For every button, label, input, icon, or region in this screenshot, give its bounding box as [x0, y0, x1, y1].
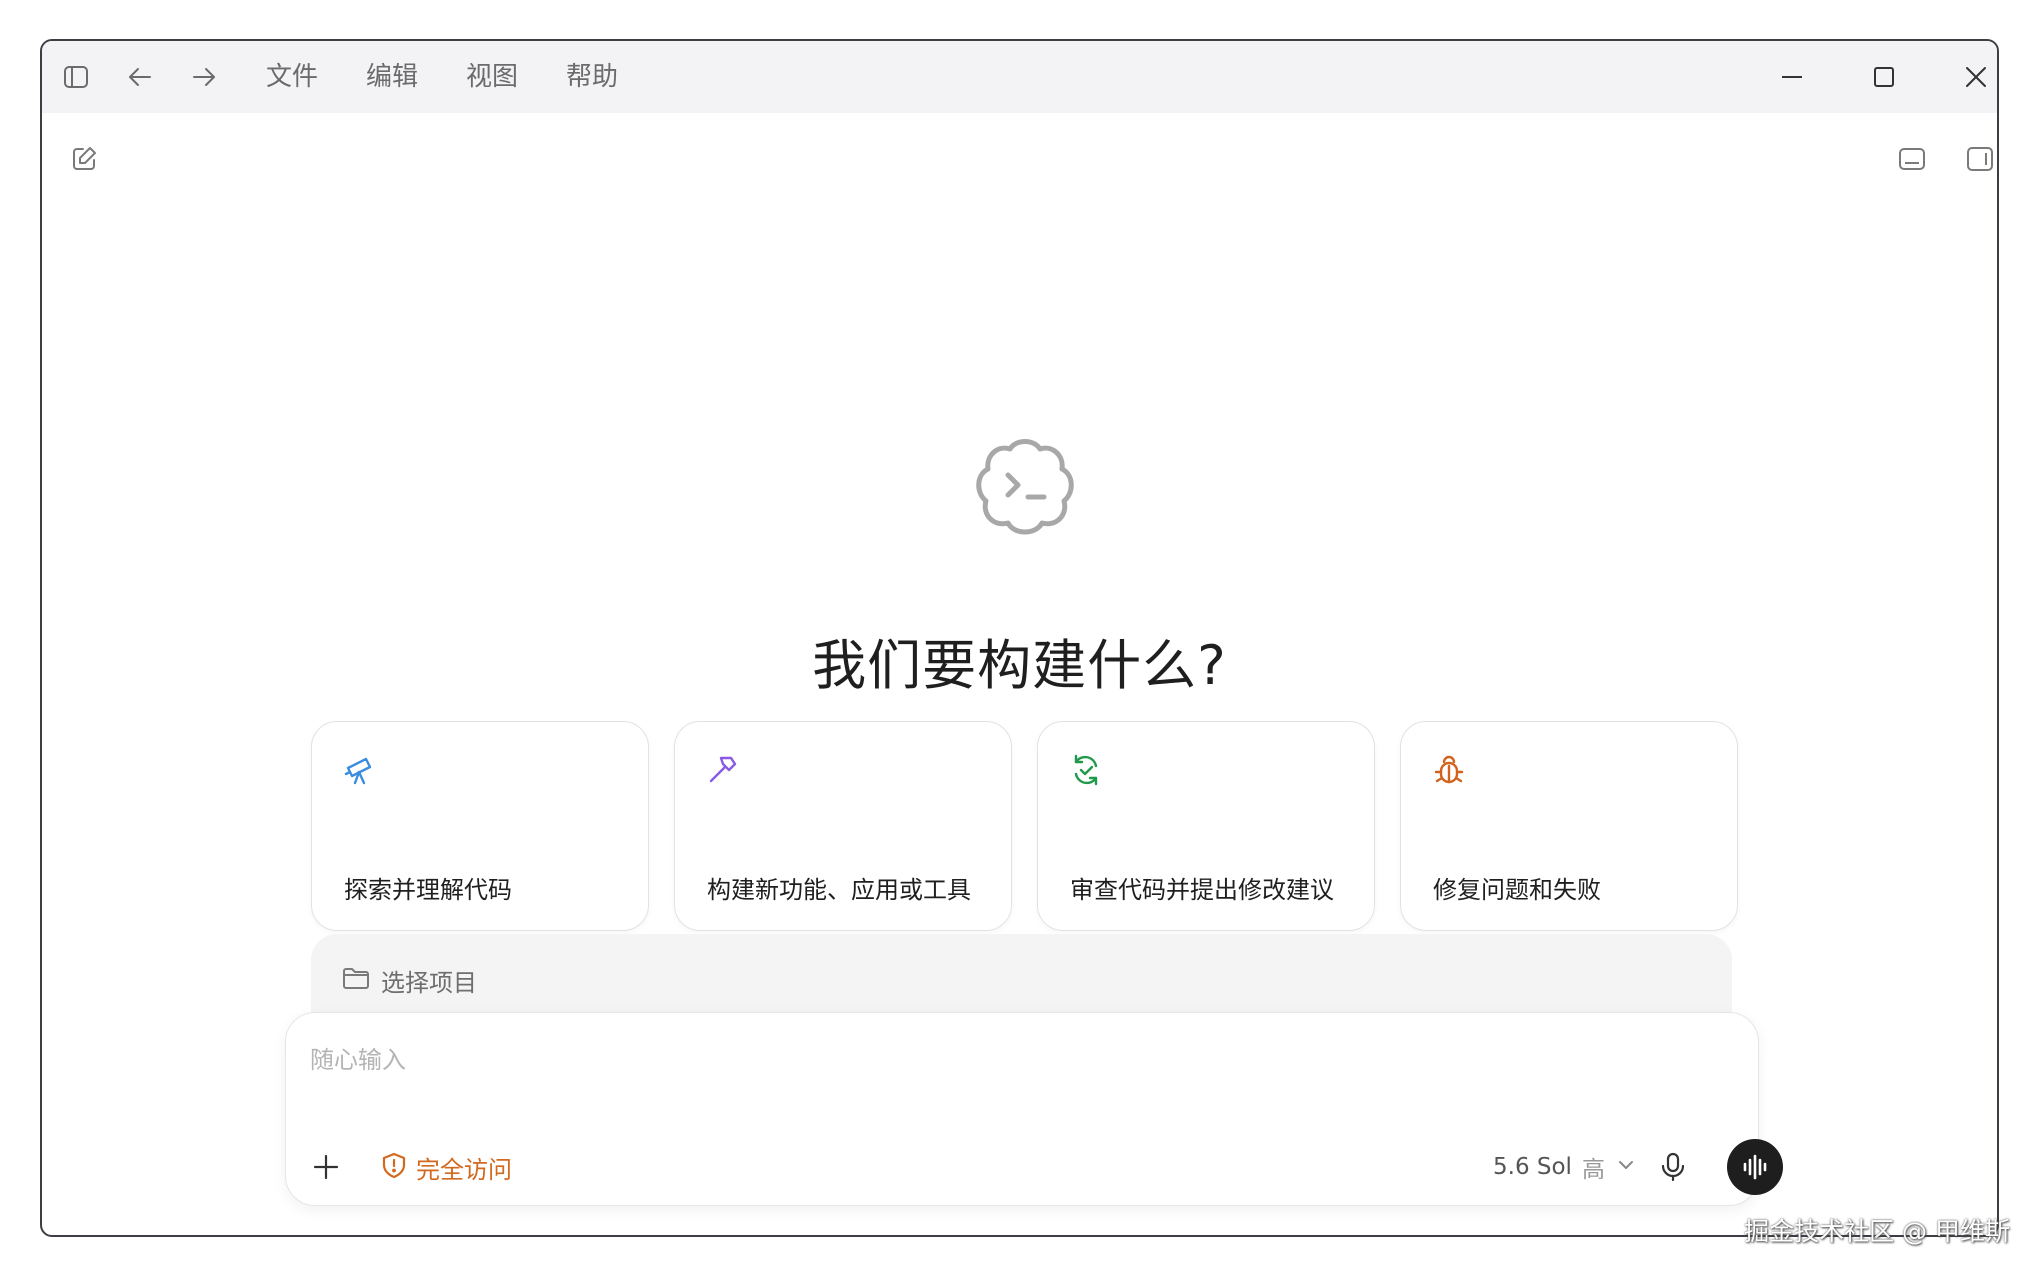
- card-explore-code[interactable]: 探索并理解代码: [311, 721, 649, 931]
- select-project-button[interactable]: 选择项目: [341, 962, 477, 998]
- forward-arrow-icon[interactable]: [186, 59, 222, 95]
- card-label: 构建新功能、应用或工具: [707, 876, 971, 904]
- model-name: 5.6 Sol: [1493, 1154, 1572, 1180]
- warning-shield-icon: [380, 1151, 408, 1183]
- right-panel-toggle-icon[interactable]: [1962, 141, 1997, 177]
- full-access-label: 完全访问: [416, 1155, 512, 1184]
- card-label: 探索并理解代码: [344, 876, 512, 904]
- select-project-label: 选择项目: [381, 968, 477, 997]
- card-fix-issues[interactable]: 修复问题和失败: [1400, 721, 1738, 931]
- refresh-check-icon: [1068, 752, 1104, 788]
- full-access-button[interactable]: 完全访问: [380, 1147, 512, 1187]
- app-window: 文件 编辑 视图 帮助 我们要构建什么? 探索并理解代码 构建新功能、应用或工具…: [40, 39, 1999, 1237]
- card-label: 修复问题和失败: [1433, 876, 1601, 904]
- title-bar: 文件 编辑 视图 帮助: [42, 41, 1997, 113]
- model-selector[interactable]: 5.6 Sol 高: [1493, 1147, 1637, 1187]
- menu-file[interactable]: 文件: [266, 41, 318, 113]
- card-build-feature[interactable]: 构建新功能、应用或工具: [674, 721, 1012, 931]
- watermark: 掘金技术社区 @ 甲维斯: [1744, 1217, 2010, 1246]
- sidebar-toggle-icon[interactable]: [58, 59, 94, 95]
- menu-help[interactable]: 帮助: [566, 41, 618, 113]
- folder-icon: [341, 963, 371, 997]
- minimize-icon[interactable]: [1770, 57, 1814, 97]
- menu-view[interactable]: 视图: [466, 41, 518, 113]
- composer: 完全访问 5.6 Sol 高: [285, 1012, 1783, 1206]
- microphone-icon[interactable]: [1653, 1147, 1693, 1187]
- waveform-icon: [1743, 1154, 1767, 1180]
- codex-cloud-logo-icon: [970, 431, 1080, 541]
- card-review-code[interactable]: 审查代码并提出修改建议: [1037, 721, 1375, 931]
- add-attachment-button[interactable]: [306, 1147, 346, 1187]
- page-heading: 我们要构建什么?: [812, 634, 1227, 697]
- back-arrow-icon[interactable]: [122, 59, 158, 95]
- voice-mode-button[interactable]: [1727, 1139, 1783, 1195]
- close-icon[interactable]: [1954, 57, 1997, 97]
- chevron-down-icon: [1615, 1154, 1637, 1180]
- effort-level: 高: [1581, 1157, 1605, 1183]
- telescope-icon: [342, 752, 378, 788]
- maximize-icon[interactable]: [1862, 57, 1906, 97]
- prompt-input[interactable]: [308, 1035, 1728, 1085]
- bottom-panel-toggle-icon[interactable]: [1894, 141, 1930, 177]
- new-chat-edit-icon[interactable]: [66, 141, 102, 177]
- plus-icon: [313, 1154, 339, 1180]
- bug-icon: [1431, 752, 1467, 788]
- menu-edit[interactable]: 编辑: [366, 41, 418, 113]
- card-label: 审查代码并提出修改建议: [1070, 876, 1334, 904]
- hammer-icon: [705, 752, 741, 788]
